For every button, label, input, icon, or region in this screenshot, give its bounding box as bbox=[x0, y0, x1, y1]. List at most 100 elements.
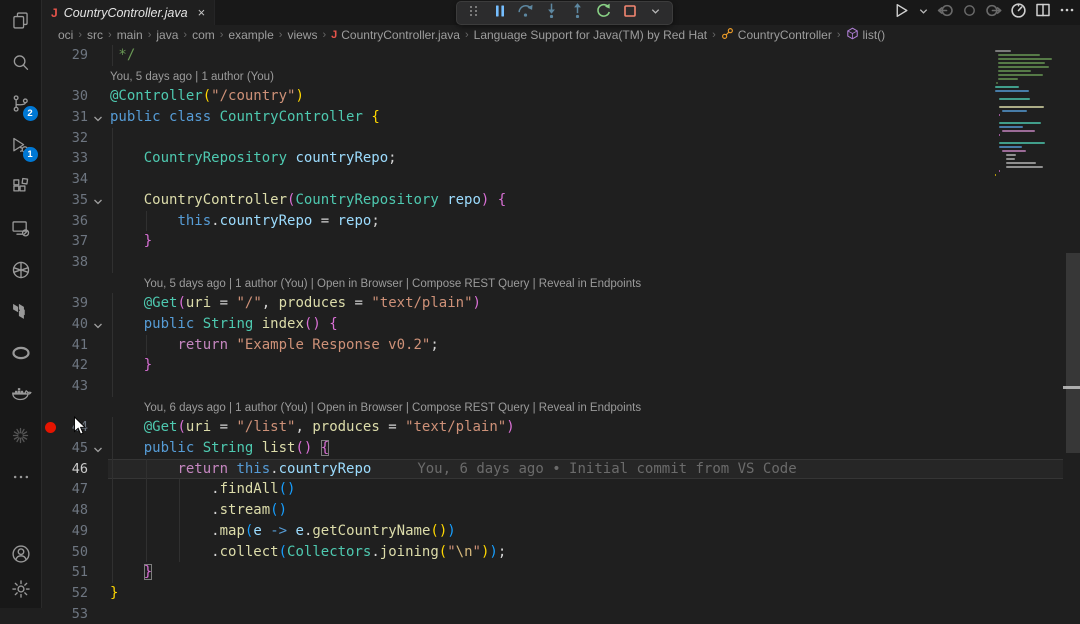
line-number[interactable]: 47 bbox=[42, 479, 88, 500]
debug-step-over-button[interactable] bbox=[514, 3, 537, 23]
activity-explorer[interactable] bbox=[0, 0, 42, 42]
more-actions-button[interactable] bbox=[1059, 2, 1075, 23]
code-text[interactable]: this.countryRepo = repo; bbox=[110, 211, 380, 232]
line-number[interactable]: 51 bbox=[42, 562, 88, 583]
line-number[interactable]: 34 bbox=[42, 169, 88, 190]
line-number[interactable]: 30 bbox=[42, 86, 88, 107]
close-icon[interactable]: × bbox=[198, 5, 206, 20]
line-number[interactable]: 38 bbox=[42, 252, 88, 273]
debug-step-back-button[interactable] bbox=[937, 2, 954, 24]
code-text[interactable]: CountryController(CountryRepository repo… bbox=[110, 190, 506, 211]
activity-settings[interactable] bbox=[0, 571, 42, 606]
activity-account[interactable] bbox=[0, 536, 42, 571]
line-number[interactable]: 36 bbox=[42, 211, 88, 232]
code-text[interactable]: @Get(uri = "/list", produces = "text/pla… bbox=[110, 417, 515, 438]
docker-icon bbox=[10, 383, 32, 405]
code-text[interactable]: return this.countryRepoYou, 6 days ago •… bbox=[110, 459, 797, 480]
code-text[interactable]: public String list() { bbox=[110, 438, 329, 459]
codelens-links[interactable]: You, 5 days ago | 1 author (You) bbox=[110, 67, 274, 88]
breadcrumb-label: CountryController bbox=[738, 28, 832, 42]
code-text[interactable]: .collect(Collectors.joining("\n")); bbox=[110, 542, 506, 563]
breadcrumb-item[interactable]: com bbox=[192, 28, 215, 42]
activity-remote-explorer[interactable] bbox=[0, 208, 42, 250]
debug-restart-button[interactable] bbox=[592, 3, 615, 23]
code-text[interactable]: .stream() bbox=[110, 500, 287, 521]
line-number[interactable]: 41 bbox=[42, 335, 88, 356]
activity-docker[interactable] bbox=[0, 374, 42, 416]
line-number[interactable]: 29 bbox=[42, 45, 88, 66]
line-number[interactable]: 53 bbox=[42, 604, 88, 624]
line-number[interactable]: 33 bbox=[42, 148, 88, 169]
tab-countrycontroller[interactable]: J CountryController.java × bbox=[42, 0, 215, 25]
activity-extensions[interactable] bbox=[0, 166, 42, 208]
line-number[interactable]: 49 bbox=[42, 521, 88, 542]
debug-stop-button[interactable] bbox=[618, 3, 641, 23]
code-text[interactable]: @Get(uri = "/", produces = "text/plain") bbox=[110, 293, 481, 314]
code-text[interactable]: return "Example Response v0.2"; bbox=[110, 335, 439, 356]
code-text[interactable]: .map(e -> e.getCountryName()) bbox=[110, 521, 456, 542]
breadcrumb-item[interactable]: views bbox=[287, 28, 317, 42]
line-number[interactable]: 32 bbox=[42, 128, 88, 149]
line-number[interactable]: 48 bbox=[42, 500, 88, 521]
debug-step-into-button[interactable] bbox=[540, 3, 563, 23]
code-line: 32 bbox=[42, 128, 1080, 149]
code-text[interactable]: } bbox=[110, 231, 152, 252]
breadcrumb-item[interactable]: java bbox=[156, 28, 178, 42]
line-number[interactable]: 43 bbox=[42, 376, 88, 397]
run-gauge-button[interactable] bbox=[1010, 2, 1027, 24]
breadcrumb-separator: › bbox=[465, 29, 469, 41]
code-text[interactable]: */ bbox=[110, 45, 135, 66]
run-button[interactable] bbox=[893, 2, 910, 24]
minimap[interactable] bbox=[995, 50, 1062, 250]
breadcrumb-item[interactable]: main bbox=[117, 28, 143, 42]
breadcrumb-item[interactable]: example bbox=[228, 28, 273, 42]
line-number[interactable]: 37 bbox=[42, 231, 88, 252]
line-number[interactable]: 52 bbox=[42, 583, 88, 604]
activity-search[interactable] bbox=[0, 42, 42, 84]
activity-terraform[interactable] bbox=[0, 291, 42, 333]
debug-continue-button[interactable] bbox=[985, 2, 1002, 24]
activity-oci[interactable] bbox=[0, 332, 42, 374]
breadcrumb-item[interactable]: Language Support for Java(TM) by Red Hat bbox=[474, 28, 707, 42]
line-number[interactable]: 42 bbox=[42, 355, 88, 376]
split-editor-button[interactable] bbox=[1035, 2, 1051, 23]
activity-source-control[interactable]: 2 bbox=[0, 83, 42, 125]
line-number[interactable]: 31 bbox=[42, 107, 88, 128]
debug-drag-handle-button[interactable] bbox=[462, 3, 485, 23]
debug-pause-button[interactable] bbox=[488, 3, 511, 23]
activity-run-and-debug[interactable]: 1 bbox=[0, 125, 42, 167]
breadcrumb-item[interactable]: src bbox=[87, 28, 103, 42]
code-text[interactable]: CountryRepository countryRepo; bbox=[110, 148, 397, 169]
breadcrumb-item[interactable]: JCountryController.java bbox=[331, 28, 460, 42]
code-text[interactable]: public String index() { bbox=[110, 314, 338, 335]
line-number[interactable]: 45 bbox=[42, 438, 88, 459]
gripper-icon bbox=[468, 3, 480, 24]
code-text[interactable]: } bbox=[110, 355, 152, 376]
vertical-scrollbar-thumb[interactable] bbox=[1066, 253, 1080, 453]
tab-title: CountryController.java bbox=[64, 6, 188, 20]
line-number[interactable]: 40 bbox=[42, 314, 88, 335]
code-text[interactable]: public class CountryController { bbox=[110, 107, 380, 128]
line-number[interactable]: 50 bbox=[42, 542, 88, 563]
minimap-line bbox=[998, 54, 1040, 56]
debug-toolbar-menu-button[interactable] bbox=[644, 3, 667, 23]
run-dropdown-button[interactable] bbox=[918, 4, 929, 22]
code-text[interactable]: } bbox=[110, 562, 152, 583]
symbol-class-icon bbox=[721, 27, 734, 43]
line-number[interactable]: 39 bbox=[42, 293, 88, 314]
activity-kubernetes[interactable] bbox=[0, 249, 42, 291]
breadcrumb-item[interactable]: oci bbox=[58, 28, 73, 42]
codelens-links[interactable]: You, 5 days ago | 1 author (You) | Open … bbox=[144, 274, 641, 295]
codelens-links[interactable]: You, 6 days ago | 1 author (You) | Open … bbox=[144, 398, 641, 419]
code-text[interactable]: .findAll() bbox=[110, 479, 295, 500]
line-number[interactable]: 35 bbox=[42, 190, 88, 211]
debug-step-out-button[interactable] bbox=[566, 3, 589, 23]
breadcrumb-item[interactable]: list() bbox=[846, 27, 886, 43]
debug-record-button[interactable] bbox=[962, 3, 977, 23]
activity-ai-sparkle[interactable] bbox=[0, 415, 42, 457]
activity-more-views[interactable] bbox=[0, 457, 42, 499]
breadcrumb-item[interactable]: CountryController bbox=[721, 27, 832, 43]
code-text[interactable]: @Controller("/country") bbox=[110, 86, 304, 107]
code-text[interactable]: } bbox=[110, 583, 118, 604]
line-number[interactable]: 46 bbox=[42, 459, 88, 480]
